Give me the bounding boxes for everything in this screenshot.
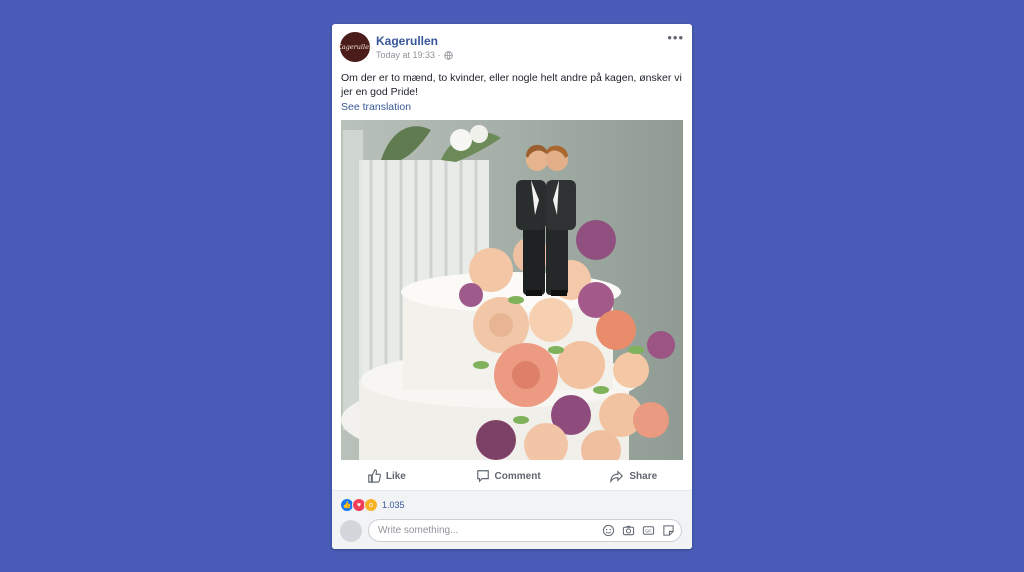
comment-icon	[476, 470, 489, 483]
sticker-icon[interactable]	[662, 524, 675, 537]
avatar-logo-text: Kagerullen	[336, 43, 374, 51]
comment-label: Comment	[494, 470, 541, 482]
post-meta: Today at 19:33 ·	[376, 50, 453, 60]
share-button[interactable]: Share	[610, 469, 657, 483]
thumbs-up-icon	[368, 469, 381, 483]
reaction-count[interactable]: 1.035	[382, 500, 405, 510]
more-options-icon[interactable]: •••	[667, 30, 684, 45]
wow-icon: o	[364, 498, 378, 512]
share-label: Share	[629, 470, 658, 482]
comment-placeholder: Write something...	[378, 525, 459, 536]
gif-icon[interactable]: GIF	[642, 524, 655, 537]
post-header: Kagerullen Kagerullen Today at 19:33 · •…	[332, 24, 692, 68]
user-avatar	[340, 520, 362, 542]
reactions-comment-area: 👍 ♥ o 1.035 Write something... GIF	[332, 491, 692, 549]
like-button[interactable]: Like	[367, 469, 406, 483]
camera-icon[interactable]	[622, 524, 635, 537]
comment-button[interactable]: Comment	[476, 469, 541, 483]
cake-illustration	[341, 120, 683, 460]
facebook-post-card: Kagerullen Kagerullen Today at 19:33 · •…	[332, 24, 692, 549]
post-text: Om der er to mænd, to kvinder, eller nog…	[341, 72, 682, 98]
comment-input[interactable]: Write something... GIF	[368, 519, 682, 542]
post-actions: Like Comment Share	[332, 462, 692, 491]
post-photo[interactable]	[341, 120, 683, 460]
see-translation-link[interactable]: See translation	[341, 101, 411, 113]
svg-text:GIF: GIF	[645, 528, 652, 533]
post-timestamp[interactable]: Today at 19:33 ·	[376, 50, 441, 60]
page-avatar[interactable]: Kagerullen	[336, 32, 374, 62]
share-arrow-icon	[610, 470, 624, 483]
reaction-summary[interactable]: 👍 ♥ o 1.035	[340, 498, 405, 512]
page-name-link[interactable]: Kagerullen	[376, 34, 438, 48]
globe-icon	[443, 50, 453, 60]
like-label: Like	[385, 470, 406, 482]
comment-tools: GIF	[602, 524, 675, 537]
emoji-icon[interactable]	[602, 524, 615, 537]
